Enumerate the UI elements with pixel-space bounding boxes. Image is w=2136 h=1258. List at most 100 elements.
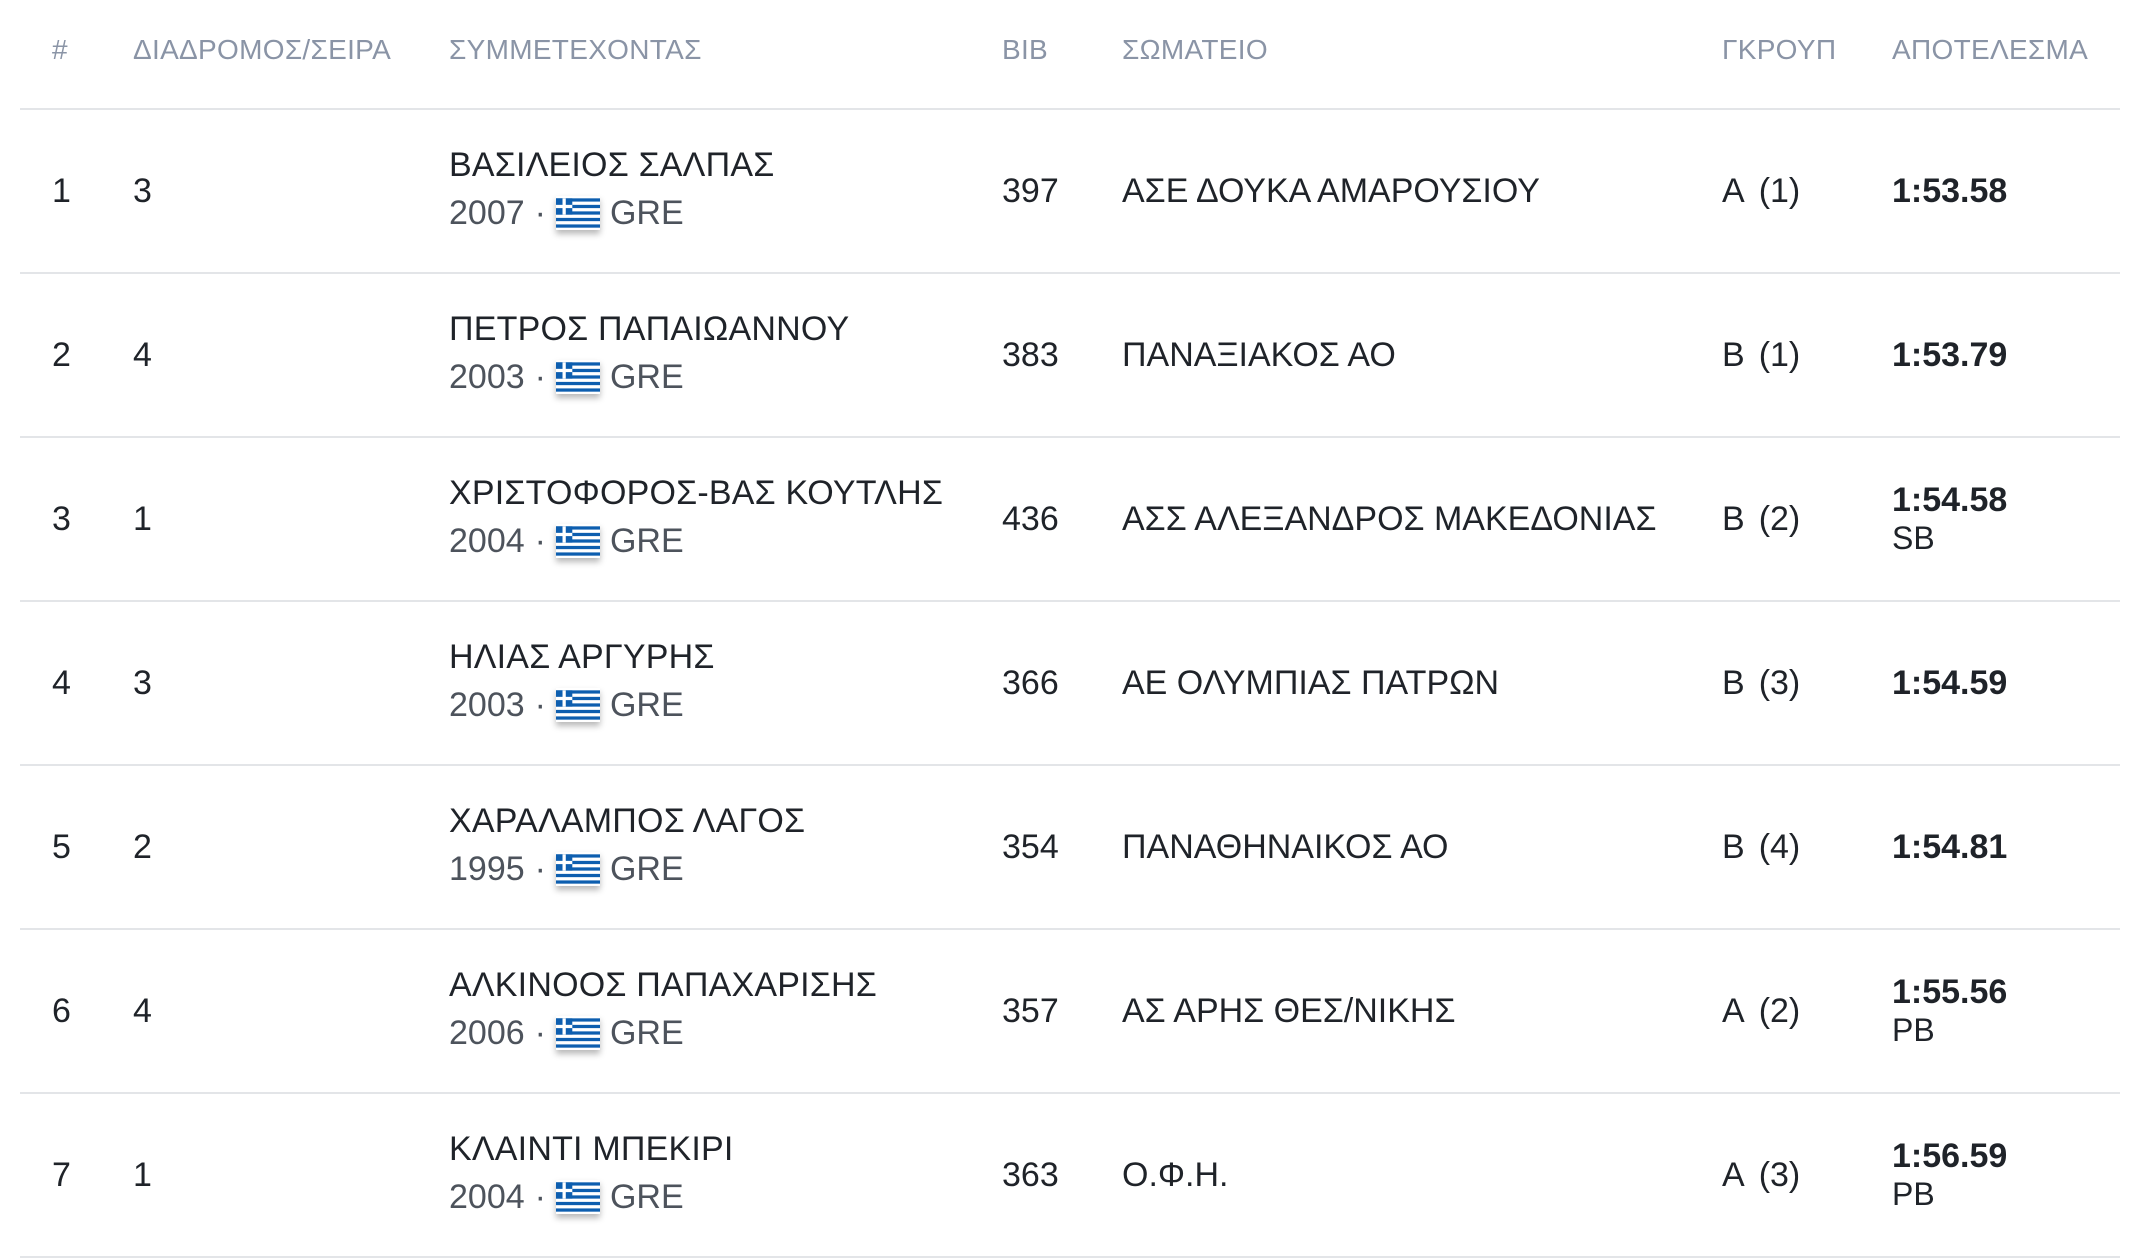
result-cell: 1:53.58: [1892, 110, 2007, 272]
athlete-name-link[interactable]: ΒΑΣΙΛΕΙΟΣ ΣΑΛΠΑΣ: [449, 145, 774, 185]
bib-cell: 354: [1002, 827, 1059, 866]
athlete-name-link[interactable]: ΑΛΚΙΝΟΟΣ ΠΑΠΑΧΑΡΙΣΗΣ: [449, 965, 877, 1005]
athlete-cell: ΚΛΑΙΝΤΙ ΜΠΕΚΙΡΙ 2004 · GRE: [449, 1129, 734, 1217]
lane-cell: 3: [133, 663, 152, 702]
group-letter: Β: [1722, 499, 1745, 538]
club-name-link[interactable]: ΠΑΝΑΞΙΑΚΟΣ ΑΟ: [1122, 274, 1396, 436]
club-name-link[interactable]: Ο.Φ.Η.: [1122, 1094, 1228, 1256]
rank-cell: 1: [52, 171, 71, 210]
result-cell: 1:53.79: [1892, 274, 2007, 436]
athlete-meta: 2003 · GRE: [449, 685, 715, 725]
table-body: 1 3 ΒΑΣΙΛΕΙΟΣ ΣΑΛΠΑΣ 2007 · GRE 397 ΑΣΕ …: [20, 110, 2120, 1258]
birth-year: 2004: [449, 1178, 525, 1216]
birth-year: 1995: [449, 850, 525, 888]
result-note: SB: [1892, 520, 1935, 556]
lane-cell: 1: [133, 1155, 152, 1194]
table-row[interactable]: 5 2 ΧΑΡΑΛΑΜΠΟΣ ΛΑΓΟΣ 1995 · GRE 354 ΠΑΝΑ…: [20, 766, 2120, 930]
group-position: (1): [1758, 171, 1801, 210]
greece-flag-icon: [555, 524, 600, 558]
club-name-link[interactable]: ΠΑΝΑΘΗΝΑΙΚΟΣ ΑΟ: [1122, 766, 1449, 928]
table-row[interactable]: 4 3 ΗΛΙΑΣ ΑΡΓΥΡΗΣ 2003 · GRE 366 ΑΕ ΟΛΥΜ…: [20, 602, 2120, 766]
athlete-cell: ΒΑΣΙΛΕΙΟΣ ΣΑΛΠΑΣ 2007 · GRE: [449, 145, 774, 233]
group-letter: Β: [1722, 663, 1745, 702]
birth-year: 2003: [449, 686, 525, 724]
result-time: 1:54.81: [1892, 828, 2008, 866]
group-cell: Α (2): [1722, 930, 1800, 1092]
table-row[interactable]: 6 4 ΑΛΚΙΝΟΟΣ ΠΑΠΑΧΑΡΙΣΗΣ 2006 · GRE 357 …: [20, 930, 2120, 1094]
athlete-meta: 2006 · GRE: [449, 1013, 877, 1053]
bib-cell: 363: [1002, 1155, 1059, 1194]
rank-cell: 7: [52, 1155, 71, 1194]
country-code: GRE: [609, 686, 684, 724]
header-rank[interactable]: #: [52, 36, 68, 64]
athlete-name-link[interactable]: ΧΡΙΣΤΟΦΟΡΟΣ-ΒΑΣ ΚΟΥΤΛΗΣ: [449, 473, 943, 513]
country-code: GRE: [609, 358, 684, 396]
group-position: (2): [1758, 991, 1801, 1030]
group-letter: Α: [1722, 1155, 1745, 1194]
table-row[interactable]: 7 1 ΚΛΑΙΝΤΙ ΜΠΕΚΙΡΙ 2004 · GRE 363 Ο.Φ.Η…: [20, 1094, 2120, 1258]
separator-dot: ·: [534, 358, 546, 396]
result-time: 1:54.59: [1892, 664, 2008, 702]
country-code: GRE: [609, 1014, 684, 1052]
athlete-meta: 2003 · GRE: [449, 357, 849, 397]
result-note: PB: [1892, 1176, 1935, 1212]
group-cell: Β (1): [1722, 274, 1800, 436]
result-time: 1:54.58: [1892, 481, 2008, 519]
result-cell: 1:54.59: [1892, 602, 2007, 764]
group-position: (2): [1758, 499, 1801, 538]
country-code: GRE: [609, 1178, 684, 1216]
greece-flag-icon: [555, 688, 600, 722]
lane-cell: 4: [133, 991, 152, 1030]
athlete-name-link[interactable]: ΠΕΤΡΟΣ ΠΑΠΑΙΩΑΝΝΟΥ: [449, 309, 849, 349]
group-position: (1): [1758, 335, 1801, 374]
greece-flag-icon: [555, 1180, 600, 1214]
header-result[interactable]: ΑΠΟΤΕΛΕΣΜΑ: [1892, 36, 2088, 64]
club-name-link[interactable]: ΑΕ ΟΛΥΜΠΙΑΣ ΠΑΤΡΩΝ: [1122, 602, 1499, 764]
group-letter: Α: [1722, 171, 1745, 210]
athlete-cell: ΑΛΚΙΝΟΟΣ ΠΑΠΑΧΑΡΙΣΗΣ 2006 · GRE: [449, 965, 877, 1053]
table-row[interactable]: 3 1 ΧΡΙΣΤΟΦΟΡΟΣ-ΒΑΣ ΚΟΥΤΛΗΣ 2004 · GRE 4…: [20, 438, 2120, 602]
header-bib[interactable]: BIB: [1002, 36, 1048, 64]
bib-cell: 383: [1002, 335, 1059, 374]
country-code: GRE: [609, 850, 684, 888]
table-row[interactable]: 1 3 ΒΑΣΙΛΕΙΟΣ ΣΑΛΠΑΣ 2007 · GRE 397 ΑΣΕ …: [20, 110, 2120, 274]
group-position: (3): [1758, 1155, 1801, 1194]
separator-dot: ·: [534, 1178, 546, 1216]
rank-cell: 3: [52, 499, 71, 538]
club-name-link[interactable]: ΑΣΕ ΔΟΥΚΑ ΑΜΑΡΟΥΣΙΟΥ: [1122, 110, 1540, 272]
athlete-name-link[interactable]: ΚΛΑΙΝΤΙ ΜΠΕΚΙΡΙ: [449, 1129, 734, 1169]
group-cell: Β (3): [1722, 602, 1800, 764]
result-time: 1:56.59: [1892, 1137, 2008, 1175]
country-code: GRE: [609, 522, 684, 560]
group-cell: Α (1): [1722, 110, 1800, 272]
table-row[interactable]: 2 4 ΠΕΤΡΟΣ ΠΑΠΑΙΩΑΝΝΟΥ 2003 · GRE 383 ΠΑ…: [20, 274, 2120, 438]
result-cell: 1:54.81: [1892, 766, 2007, 928]
result-cell: 1:55.56 PB: [1892, 930, 2007, 1092]
header-lane[interactable]: ΔΙΑΔΡΟΜΟΣ/ΣΕΙΡΑ: [133, 36, 391, 64]
athlete-cell: ΠΕΤΡΟΣ ΠΑΠΑΙΩΑΝΝΟΥ 2003 · GRE: [449, 309, 849, 397]
club-name-link[interactable]: ΑΣ ΑΡΗΣ ΘΕΣ/ΝΙΚΗΣ: [1122, 930, 1455, 1092]
athlete-cell: ΧΡΙΣΤΟΦΟΡΟΣ-ΒΑΣ ΚΟΥΤΛΗΣ 2004 · GRE: [449, 473, 943, 561]
lane-cell: 4: [133, 335, 152, 374]
rank-cell: 6: [52, 991, 71, 1030]
greece-flag-icon: [555, 360, 600, 394]
group-cell: Β (2): [1722, 438, 1800, 600]
athlete-meta: 2004 · GRE: [449, 521, 943, 561]
result-time: 1:53.58: [1892, 172, 2008, 210]
table-header: # ΔΙΑΔΡΟΜΟΣ/ΣΕΙΡΑ ΣΥΜΜΕΤΕΧΟΝΤΑΣ BIB ΣΩΜΑ…: [20, 0, 2120, 110]
header-club[interactable]: ΣΩΜΑΤΕΙΟ: [1122, 36, 1268, 64]
header-athlete[interactable]: ΣΥΜΜΕΤΕΧΟΝΤΑΣ: [449, 36, 702, 64]
athlete-name-link[interactable]: ΧΑΡΑΛΑΜΠΟΣ ΛΑΓΟΣ: [449, 801, 805, 841]
rank-cell: 2: [52, 335, 71, 374]
birth-year: 2007: [449, 194, 525, 232]
result-cell: 1:54.58 SB: [1892, 438, 2007, 600]
header-group[interactable]: ΓΚΡΟΥΠ: [1722, 36, 1836, 64]
club-name-link[interactable]: ΑΣΣ ΑΛΕΞΑΝΔΡΟΣ ΜΑΚΕΔΟΝΙΑΣ: [1122, 438, 1656, 600]
result-time: 1:55.56: [1892, 973, 2008, 1011]
greece-flag-icon: [555, 1016, 600, 1050]
country-code: GRE: [609, 194, 684, 232]
athlete-meta: 1995 · GRE: [449, 849, 805, 889]
athlete-cell: ΧΑΡΑΛΑΜΠΟΣ ΛΑΓΟΣ 1995 · GRE: [449, 801, 805, 889]
athlete-name-link[interactable]: ΗΛΙΑΣ ΑΡΓΥΡΗΣ: [449, 637, 715, 677]
group-letter: Β: [1722, 335, 1745, 374]
